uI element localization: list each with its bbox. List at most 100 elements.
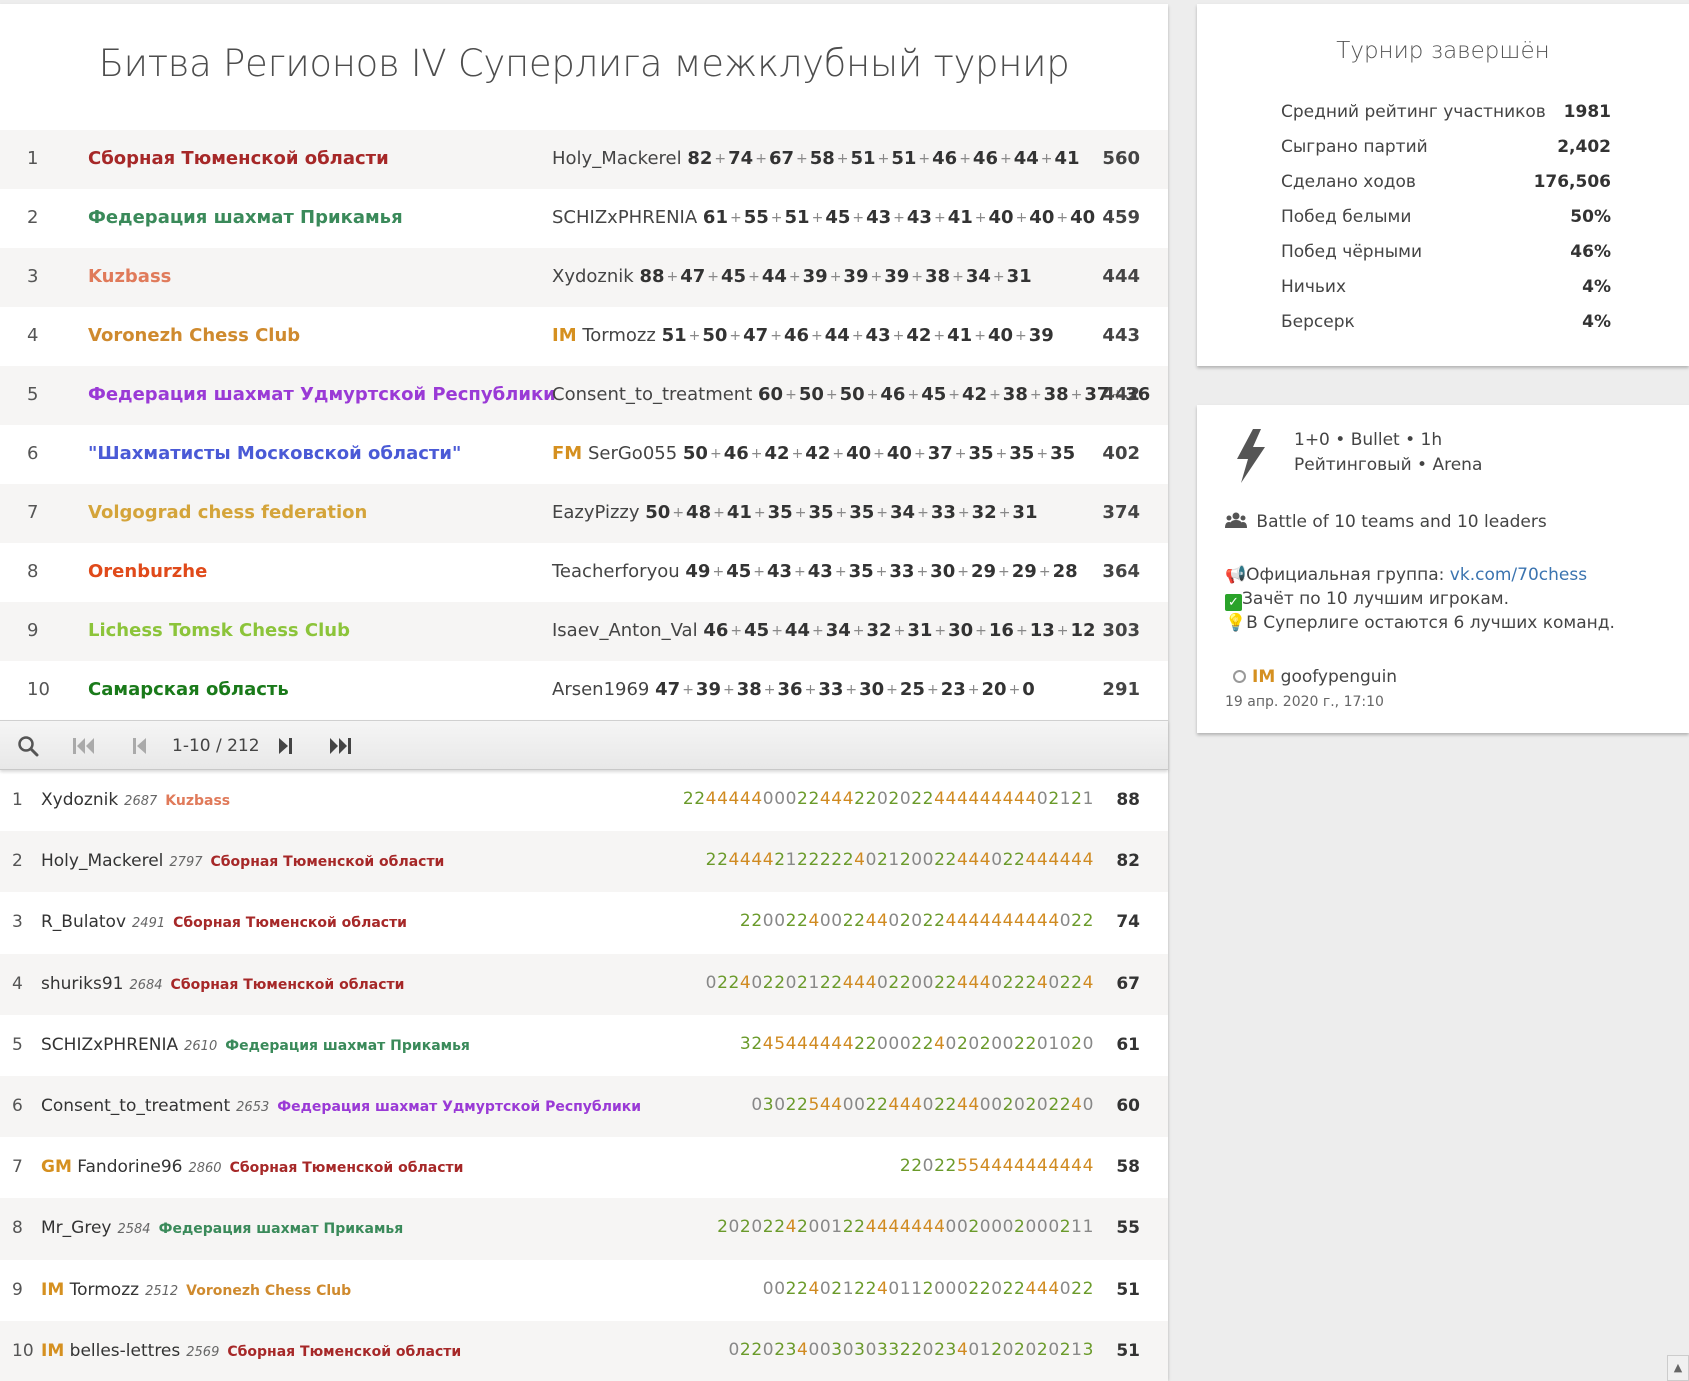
stat-value: 50% [1570, 207, 1611, 227]
leader-score: 51 [891, 148, 917, 169]
group-link[interactable]: vk.com/70chess [1450, 565, 1587, 585]
created-date: 19 апр. 2020 г., 17:10 [1225, 694, 1384, 710]
leader-score: 50 [798, 384, 824, 405]
team-rank: 9 [27, 620, 39, 641]
team-row[interactable]: 5 Федерация шахмат Удмуртской Республики… [0, 366, 1168, 425]
player-name[interactable]: Fandorine96 [77, 1157, 182, 1177]
leader-name[interactable]: EazyPizzy [552, 502, 640, 523]
creator-line[interactable]: IM goofypenguin [1233, 667, 1397, 687]
leader-score: 44 [761, 266, 787, 287]
leader-name[interactable]: SerGo055 [588, 443, 677, 464]
score-sheet: 3245444444220002240202002201020 [739, 1033, 1094, 1054]
player-title: IM [41, 1279, 65, 1300]
team-row[interactable]: 3 Kuzbass Xydoznik 88 +47 +45 +44 +39 +39 +39 +… [0, 248, 1168, 307]
player-team[interactable]: Федерация шахмат Удмуртской Республики [277, 1099, 641, 1115]
player-team[interactable]: Сборная Тюменской области [173, 915, 407, 931]
player-name[interactable]: Holy_Mackerel [41, 851, 163, 871]
prev-page-icon[interactable] [132, 736, 148, 756]
player-team[interactable]: Voronezh Chess Club [186, 1283, 351, 1299]
search-icon[interactable] [17, 735, 39, 757]
player-team[interactable]: Сборная Тюменской области [227, 1344, 461, 1360]
player-row[interactable]: 2 Holy_Mackerel 2797 Сборная Тюменской обл… [0, 831, 1168, 893]
leader-score: 33 [930, 502, 956, 523]
team-leaders: Consent_to_treatment 60 +50 +50 +46 +45 +42 +3… [552, 384, 1150, 405]
leader-score: 39 [1028, 325, 1054, 346]
player-row[interactable]: 9 IM Tormozz 2512 Voronezh Chess Club 0022… [0, 1260, 1168, 1321]
plus-sign: + [755, 151, 767, 167]
plus-sign: + [791, 446, 804, 462]
team-row[interactable]: 7 Volgograd chess federation EazyPizzy 5… [0, 484, 1168, 543]
stat-row: Побед белыми 50% [1281, 207, 1611, 227]
team-total-score: 442 [1102, 384, 1140, 405]
leader-name[interactable]: Consent_to_treatment [552, 384, 752, 405]
player-row[interactable]: 5 SCHIZxPHRENIA 2610 Федерация шахмат Прик… [0, 1015, 1168, 1076]
player-info: shuriks91 2684 Сборная Тюменской области [41, 974, 404, 994]
team-name[interactable]: Kuzbass [88, 266, 171, 287]
team-name[interactable]: Volgograd chess federation [88, 502, 367, 523]
player-rating: 2653 [236, 1099, 270, 1115]
leader-score: 16 [988, 620, 1014, 641]
leader-name[interactable]: Teacherforyou [552, 561, 680, 582]
team-leaders: Teacherforyou 49 +45 +43 +43 +35 +33 +30 +29 +29… [552, 561, 1078, 582]
leader-name[interactable]: Arsen1969 [552, 679, 649, 700]
team-row[interactable]: 6 "Шахматисты Московской области" FM Ser… [0, 425, 1168, 484]
player-name[interactable]: Tormozz [70, 1280, 139, 1300]
team-row[interactable]: 2 Федерация шахмат Прикамья SCHIZxPHRENI… [0, 189, 1168, 248]
player-name[interactable]: SCHIZxPHRENIA [41, 1035, 178, 1055]
leader-name[interactable]: Xydoznik [552, 266, 634, 287]
team-leaders: Arsen1969 47 +39 +38 +36 +33 +30 +25 +23 +20 +0 [552, 679, 1035, 700]
next-page-icon[interactable] [277, 736, 293, 756]
leader-score: 41 [726, 502, 752, 523]
team-name[interactable]: Orenburzhe [88, 561, 207, 582]
player-name[interactable]: shuriks91 [41, 974, 123, 994]
player-row[interactable]: 4 shuriks91 2684 Сборная Тюменской области… [0, 953, 1168, 1015]
leader-name[interactable]: Tormozz [582, 325, 655, 346]
player-name[interactable]: R_Bulatov [41, 912, 126, 932]
team-name[interactable]: Федерация шахмат Прикамья [88, 207, 403, 228]
leader-name[interactable]: SCHIZxPHRENIA [552, 207, 697, 228]
team-row[interactable]: 4 Voronezh Chess Club IM Tormozz 51 +50 +4… [0, 307, 1168, 366]
plus-sign: + [753, 505, 766, 521]
team-name[interactable]: "Шахматисты Московской области" [88, 443, 461, 464]
player-team[interactable]: Сборная Тюменской области [230, 1160, 464, 1176]
player-row[interactable]: 10 IM belles-lettres 2569 Сборная Тюменско… [0, 1320, 1168, 1381]
team-row[interactable]: 10 Самарская область Arsen1969 47 +39 +38 +… [0, 661, 1168, 720]
last-page-icon[interactable] [328, 736, 354, 756]
team-row[interactable]: 8 Orenburzhe Teacherforyou 49 +45 +43 +43 +3… [0, 543, 1168, 602]
player-team[interactable]: Kuzbass [165, 793, 230, 809]
player-row[interactable]: 6 Consent_to_treatment 2653 Федерация шахм… [0, 1075, 1168, 1138]
team-row[interactable]: 1 Сборная Тюменской области Holy_Mackere… [0, 130, 1168, 189]
team-name[interactable]: Самарская область [88, 679, 289, 700]
first-page-icon[interactable] [72, 736, 96, 756]
player-name[interactable]: Consent_to_treatment [41, 1096, 230, 1116]
leader-name[interactable]: Isaev_Anton_Val [552, 620, 698, 641]
scroll-up-button[interactable]: ▲ [1667, 1355, 1689, 1381]
team-leaders: Xydoznik 88 +47 +45 +44 +39 +39 +39 +38 +34 +31 [552, 266, 1032, 287]
player-row[interactable]: 8 Mr_Grey 2584 Федерация шахмат Прикамья 2… [0, 1198, 1168, 1260]
leader-score: 46 [723, 443, 749, 464]
player-row[interactable]: 3 R_Bulatov 2491 Сборная Тюменской области… [0, 892, 1168, 953]
team-name[interactable]: Voronezh Chess Club [88, 325, 300, 346]
player-team[interactable]: Сборная Тюменской области [211, 854, 445, 870]
player-info: Xydoznik 2687 Kuzbass [41, 790, 230, 810]
plus-sign: + [796, 151, 808, 167]
player-row[interactable]: 7 GM Fandorine96 2860 Сборная Тюменской об… [0, 1137, 1168, 1198]
plus-sign: + [907, 387, 920, 403]
leader-score: 45 [921, 384, 947, 405]
team-name[interactable]: Сборная Тюменской области [88, 148, 389, 169]
plus-sign: + [892, 328, 905, 344]
player-name[interactable]: Xydoznik [41, 790, 118, 810]
team-name[interactable]: Lichess Tomsk Chess Club [88, 620, 350, 641]
player-team[interactable]: Федерация шахмат Прикамья [159, 1221, 404, 1237]
team-total-score: 402 [1102, 443, 1140, 464]
player-name[interactable]: belles-lettres [70, 1341, 181, 1361]
player-team[interactable]: Сборная Тюменской области [171, 977, 405, 993]
team-total-score: 443 [1102, 325, 1140, 346]
plus-sign: + [1040, 151, 1053, 167]
leader-name[interactable]: Holy_Mackerel [552, 148, 682, 169]
team-row[interactable]: 9 Lichess Tomsk Chess Club Isaev_Anton_V… [0, 602, 1168, 661]
player-name[interactable]: Mr_Grey [41, 1218, 111, 1238]
player-row[interactable]: 1 Xydoznik 2687 Kuzbass 224444400022444220… [0, 770, 1168, 831]
team-name[interactable]: Федерация шахмат Удмуртской Республики [88, 384, 556, 405]
player-team[interactable]: Федерация шахмат Прикамья [225, 1038, 470, 1054]
